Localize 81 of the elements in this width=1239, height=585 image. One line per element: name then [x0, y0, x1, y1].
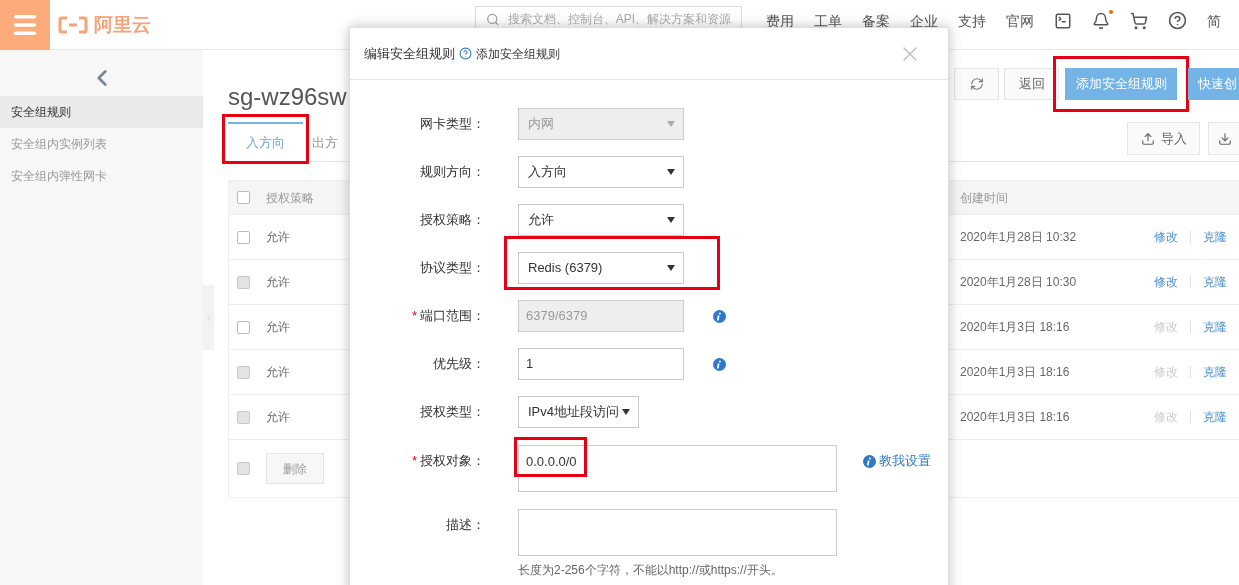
select-field[interactable]: Redis (6379)	[518, 252, 684, 284]
refresh-icon	[969, 77, 984, 91]
table-cell-text: 允许	[266, 364, 291, 381]
field-label: 授权对象：	[420, 452, 485, 471]
select-field[interactable]: 入方向	[518, 156, 684, 188]
search-icon	[486, 12, 500, 27]
select-field[interactable]: IPv4地址段访问	[518, 396, 639, 428]
terminal-icon[interactable]	[1054, 11, 1072, 30]
action-link[interactable]: 克隆	[1203, 228, 1227, 246]
table-cell-text: 2020年1月28日 10:30	[960, 274, 1078, 291]
nav-link[interactable]: 官网	[1006, 13, 1034, 28]
download-icon	[1218, 131, 1232, 146]
toolbar-button[interactable]: 添加安全组规则	[1065, 68, 1177, 100]
checkbox[interactable]	[237, 462, 250, 475]
logo-text: 阿里云	[94, 12, 151, 37]
caret-icon	[667, 169, 675, 175]
field-label: 网卡类型：	[420, 115, 485, 134]
nav-link[interactable]: 支持	[958, 13, 986, 28]
field-label: 描述：	[446, 516, 485, 535]
collapse-handle[interactable]	[203, 285, 214, 350]
info-icon	[863, 454, 876, 468]
input-field[interactable]: 1	[518, 348, 684, 380]
table-cell-text: 2020年1月3日 18:16	[960, 319, 1071, 336]
download-button[interactable]	[1208, 122, 1239, 155]
tab[interactable]: 入方向	[228, 122, 303, 162]
logo-icon	[58, 16, 88, 34]
hint-text: 长度为2-256个字符，不能以http://或https://开头。	[518, 562, 784, 579]
column-header: 创建时间	[960, 189, 1008, 207]
text-area[interactable]: 0.0.0.0/0	[518, 445, 837, 492]
toolbar-button[interactable]: 快速创	[1188, 68, 1239, 100]
table-cell-text: 2020年1月3日 18:16	[960, 409, 1071, 426]
text-area[interactable]	[518, 509, 837, 556]
field-label: 规则方向：	[420, 163, 485, 182]
caret-icon	[667, 121, 675, 127]
bell-icon[interactable]	[1092, 11, 1110, 30]
tab[interactable]: 出方	[303, 122, 342, 162]
action-link[interactable]: 修改	[1154, 228, 1178, 246]
import-button[interactable]: 导入	[1127, 122, 1200, 155]
field-label: 协议类型：	[420, 259, 485, 278]
table-cell-text: 允许	[266, 319, 291, 336]
nav-link[interactable]: 备案	[862, 13, 890, 28]
required-mark: *	[411, 307, 417, 326]
upload-icon	[1140, 131, 1155, 146]
select-field[interactable]: 允许	[518, 204, 684, 236]
language-link[interactable]: 简	[1207, 13, 1221, 28]
page-title: sg-wz96sw	[228, 85, 347, 109]
table-cell-text: 2020年1月28日 10:32	[960, 229, 1078, 246]
help-icon	[459, 47, 472, 60]
help-icon[interactable]	[1168, 11, 1187, 30]
checkbox[interactable]	[237, 320, 250, 334]
table-cell-text: 允许	[266, 409, 291, 426]
checkbox[interactable]	[237, 191, 250, 204]
caret-icon	[622, 409, 630, 415]
help-link[interactable]: 教我设置	[863, 445, 931, 477]
nav-link[interactable]: 企业	[910, 13, 938, 28]
field-label: 授权策略：	[420, 211, 485, 230]
table-cell-text: 允许	[266, 229, 291, 246]
field-label: 端口范围：	[420, 307, 485, 326]
caret-icon	[667, 217, 675, 223]
sidebar-item[interactable]: 安全组内实例列表	[0, 128, 203, 160]
nav-link[interactable]: 费用	[766, 13, 794, 28]
sidebar-item[interactable]: 安全组规则	[0, 96, 203, 128]
cart-icon[interactable]	[1130, 11, 1148, 30]
refresh-button[interactable]	[954, 68, 999, 100]
field-label: 优先级：	[433, 355, 485, 374]
checkbox[interactable]	[237, 230, 250, 244]
action-link[interactable]: 克隆	[1203, 318, 1227, 336]
table-cell-text: 2020年1月3日 18:16	[960, 364, 1071, 381]
menu-button[interactable]	[0, 0, 50, 50]
dialog-title: 编辑安全组规则	[364, 44, 455, 63]
caret-icon	[667, 265, 675, 271]
toolbar-button[interactable]: 返回	[1004, 68, 1059, 100]
sidebar-item[interactable]: 安全组内弹性网卡	[0, 160, 203, 192]
nav-link[interactable]: 工单	[814, 13, 842, 28]
info-icon	[713, 357, 726, 371]
info-icon	[713, 309, 726, 323]
column-header: 授权策略	[266, 189, 315, 207]
required-mark: *	[411, 452, 417, 471]
help-link[interactable]: 添加安全组规则	[476, 44, 560, 63]
table-cell-text: 允许	[266, 274, 291, 291]
field-label: 授权类型：	[420, 403, 485, 422]
